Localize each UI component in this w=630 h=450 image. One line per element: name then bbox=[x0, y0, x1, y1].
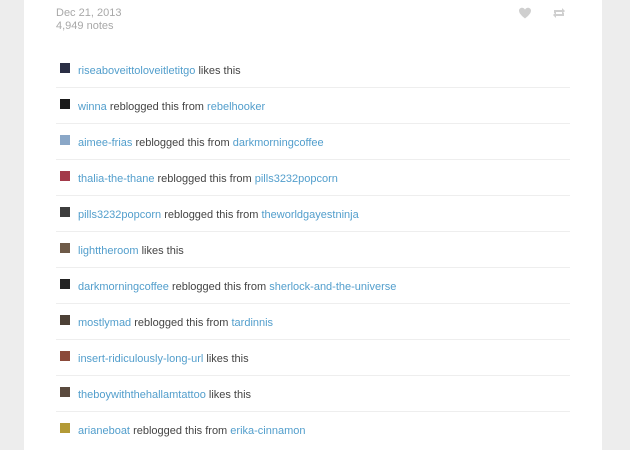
user-avatar[interactable] bbox=[60, 99, 70, 109]
note-user-link[interactable]: arianeboat bbox=[78, 425, 130, 437]
note-item: aimee-frias reblogged this from darkmorn… bbox=[56, 124, 570, 160]
note-action-text: reblogged this from bbox=[157, 173, 252, 185]
user-avatar[interactable] bbox=[60, 423, 70, 433]
note-item: winna reblogged this from rebelhooker bbox=[56, 88, 570, 124]
note-text: lighttheroom likes this bbox=[78, 245, 184, 257]
note-text: theboywiththehallamtattoo likes this bbox=[78, 389, 251, 401]
note-action-text: reblogged this from bbox=[171, 281, 267, 293]
note-source-link[interactable]: erika-cinnamon bbox=[230, 425, 305, 437]
user-avatar[interactable] bbox=[60, 135, 70, 145]
note-action-text: likes this bbox=[206, 353, 249, 365]
note-source-link[interactable]: pills3232popcorn bbox=[255, 173, 338, 185]
note-text: winna reblogged this from rebelhooker bbox=[78, 101, 265, 113]
note-item: darkmorningcoffee reblogged this from sh… bbox=[56, 268, 570, 304]
user-avatar[interactable] bbox=[60, 279, 70, 289]
note-user-link[interactable]: lighttheroom bbox=[78, 245, 139, 257]
note-action-text: likes this bbox=[208, 389, 252, 401]
note-item: lighttheroom likes this bbox=[56, 232, 570, 268]
note-item: arianeboat reblogged this from erika-cin… bbox=[56, 412, 570, 448]
note-user-link[interactable]: riseaboveittoloveitletitgo bbox=[78, 65, 195, 77]
note-user-link[interactable]: darkmorningcoffee bbox=[78, 281, 169, 293]
note-action-text: reblogged this from bbox=[109, 101, 204, 113]
note-user-link[interactable]: insert-ridiculously-long-url bbox=[78, 353, 203, 365]
post-date: Dec 21, 2013 bbox=[56, 7, 122, 19]
note-user-link[interactable]: theboywiththehallamtattoo bbox=[78, 389, 206, 401]
note-text: arianeboat reblogged this from erika-cin… bbox=[78, 425, 306, 437]
user-avatar[interactable] bbox=[60, 171, 70, 181]
note-source-link[interactable]: theworldgayestninja bbox=[261, 209, 358, 221]
note-user-link[interactable]: thalia-the-thane bbox=[78, 173, 154, 185]
note-user-link[interactable]: mostlymad bbox=[78, 317, 131, 329]
note-user-link[interactable]: aimee-frias bbox=[78, 137, 132, 149]
note-item: mostlymad reblogged this from tardinnis bbox=[56, 304, 570, 340]
note-source-link[interactable]: sherlock-and-the-universe bbox=[269, 281, 396, 293]
user-avatar[interactable] bbox=[60, 63, 70, 73]
note-user-link[interactable]: winna bbox=[78, 101, 107, 113]
note-item: theboywiththehallamtattoo likes this bbox=[56, 376, 570, 412]
notes-list: riseaboveittoloveitletitgo likes this wi… bbox=[56, 52, 570, 448]
note-source-link[interactable]: tardinnis bbox=[231, 317, 273, 329]
heart-icon[interactable] bbox=[518, 6, 532, 24]
note-action-text: reblogged this from bbox=[133, 425, 228, 437]
note-action-text: likes this bbox=[141, 245, 184, 257]
note-text: darkmorningcoffee reblogged this from sh… bbox=[78, 281, 396, 293]
note-action-text: reblogged this from bbox=[135, 137, 230, 149]
note-text: thalia-the-thane reblogged this from pil… bbox=[78, 173, 338, 185]
note-action-text: reblogged this from bbox=[134, 317, 229, 329]
post-actions bbox=[518, 4, 578, 24]
note-item: riseaboveittoloveitletitgo likes this bbox=[56, 52, 570, 88]
note-source-link[interactable]: rebelhooker bbox=[207, 101, 265, 113]
note-action-text: likes this bbox=[198, 65, 241, 77]
notes-count[interactable]: 4,949 notes bbox=[56, 20, 114, 32]
user-avatar[interactable] bbox=[60, 315, 70, 325]
user-avatar[interactable] bbox=[60, 387, 70, 397]
note-source-link[interactable]: darkmorningcoffee bbox=[233, 137, 324, 149]
user-avatar[interactable] bbox=[60, 243, 70, 253]
note-text: mostlymad reblogged this from tardinnis bbox=[78, 317, 273, 329]
note-text: insert-ridiculously-long-url likes this bbox=[78, 353, 249, 365]
user-avatar[interactable] bbox=[60, 207, 70, 217]
user-avatar[interactable] bbox=[60, 351, 70, 361]
note-text: riseaboveittoloveitletitgo likes this bbox=[78, 65, 241, 77]
note-action-text: reblogged this from bbox=[164, 209, 259, 221]
note-text: aimee-frias reblogged this from darkmorn… bbox=[78, 137, 324, 149]
note-item: insert-ridiculously-long-url likes this bbox=[56, 340, 570, 376]
note-item: pills3232popcorn reblogged this from the… bbox=[56, 196, 570, 232]
post-notes-card: Dec 21, 2013 4,949 notes riseaboveittolo… bbox=[24, 0, 602, 450]
note-text: pills3232popcorn reblogged this from the… bbox=[78, 209, 359, 221]
note-item: thalia-the-thane reblogged this from pil… bbox=[56, 160, 570, 196]
reblog-icon[interactable] bbox=[552, 6, 566, 24]
note-user-link[interactable]: pills3232popcorn bbox=[78, 209, 161, 221]
